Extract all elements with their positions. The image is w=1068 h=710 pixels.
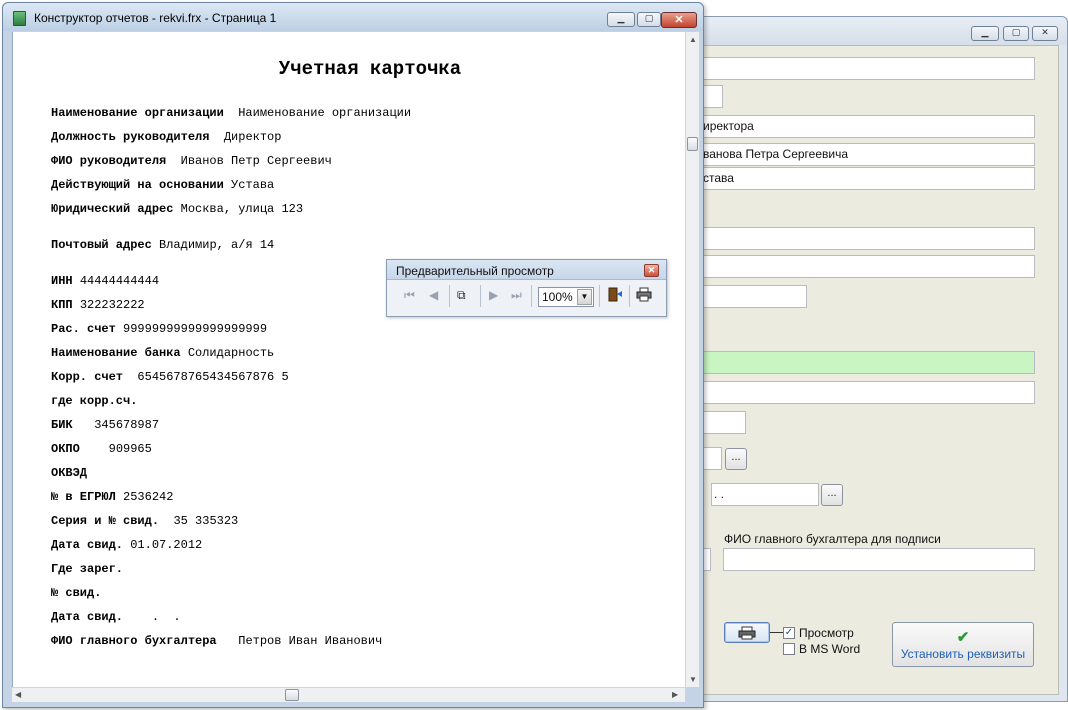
scroll-up-icon[interactable]: ▲ [689,35,697,44]
report-line: Серия и № свид. 35 335323 [51,514,239,528]
next-page-icon[interactable]: ▶ [489,288,498,302]
close-icon[interactable]: ✕ [644,264,659,277]
report-line: КПП 322232222 [51,298,145,312]
bank-field[interactable] [700,381,1035,404]
window-title: Конструктор отчетов - rekvi.frx - Страни… [34,11,277,25]
director-position-field[interactable]: иректора [700,115,1035,138]
report-line: Корр. счет 6545678765434567876 5 [51,370,289,384]
report-line: Наименование организации Наименование ор… [51,106,412,120]
maximize-button[interactable]: ▢ [1003,26,1029,41]
report-line: ИНН 44444444444 [51,274,160,288]
report-line: Должность руководителя Директор [51,130,282,144]
prev-page-icon[interactable]: ◀ [429,288,438,302]
report-line: ОКПО 909965 [51,442,152,456]
print-button[interactable] [724,622,770,643]
chief-accountant-field[interactable] [723,548,1035,571]
scroll-down-icon[interactable]: ▼ [689,675,697,684]
bik-field[interactable] [700,411,746,434]
horizontal-scrollbar[interactable]: ◀ ▶ [12,687,685,702]
preview-toolbar-titlebar[interactable]: Предварительный просмотр ✕ [387,260,666,280]
basis-field[interactable]: става [700,167,1035,190]
chief-accountant-label: ФИО главного бухгалтера для подписи [724,532,941,546]
inn-field[interactable] [700,285,807,308]
set-requisites-button[interactable]: ✔ Установить реквизиты [892,622,1034,667]
zoom-value: 100% [542,290,573,304]
preview-toolbar: Предварительный просмотр ✕ ⏮ ◀ ⧉ ▶ ⏭ 100… [386,259,667,317]
report-line: Наименование банка Солидарность [51,346,275,360]
report-line: Рас. счет 99999999999999999999 [51,322,268,336]
report-line: Где зарег. [51,562,124,576]
check-icon: ✔ [956,629,970,646]
report-designer-titlebar: Конструктор отчетов - rekvi.frx - Страни… [3,3,703,31]
scroll-right-icon[interactable]: ▶ [672,690,678,699]
last-page-icon[interactable]: ⏭ [511,288,522,303]
scroll-left-icon[interactable]: ◀ [15,690,21,699]
exit-icon[interactable] [606,286,623,306]
legal-address-field[interactable] [700,227,1035,250]
report-line: Дата свид. 01.07.2012 [51,538,203,552]
report-line: где корр.сч. [51,394,138,408]
report-line: Почтовый адрес Владимир, а/я 14 [51,238,275,252]
ms-word-checkbox[interactable] [783,643,795,655]
report-line: БИК 345678987 [51,418,160,432]
toolbar-separator [599,285,600,307]
minimize-button[interactable]: ▁ [971,26,999,41]
toolbar-separator [449,285,450,307]
copy-pages-icon[interactable]: ⧉ [457,288,466,303]
close-button[interactable]: ✕ [661,12,697,28]
date-field-2[interactable]: . . [711,483,819,506]
zoom-select[interactable]: 100% ▼ [538,287,594,307]
print-icon[interactable] [635,286,653,306]
report-line: Дата свид. . . [51,610,181,624]
report-line: ФИО главного бухгалтера Петров Иван Иван… [51,634,383,648]
maximize-button[interactable]: ▢ [637,12,661,27]
connector-line [770,632,783,633]
close-button[interactable]: ✕ [1032,26,1058,41]
chevron-down-icon[interactable]: ▼ [577,289,592,305]
vertical-scroll-thumb[interactable] [687,137,698,151]
set-requisites-label: Установить реквизиты [900,647,1026,661]
director-name-field[interactable]: ванова Петра Сергеевича [700,143,1035,166]
toolbar-separator [531,285,532,307]
horizontal-scroll-thumb[interactable] [285,689,299,701]
report-line: Юридический адрес Москва, улица 123 [51,202,304,216]
vertical-scrollbar[interactable]: ▲ ▼ [685,32,699,687]
org-name-field[interactable] [700,57,1035,80]
postal-address-field[interactable] [700,255,1035,278]
ms-word-checkbox-label: В MS Word [799,642,861,656]
app-icon [13,11,26,26]
preview-toolbar-title: Предварительный просмотр [396,264,554,278]
date-picker-button-1[interactable]: ... [725,448,747,470]
toolbar-separator [480,285,481,307]
minimize-button[interactable]: ▁ [607,12,635,27]
report-line: № в ЕГРЮЛ 2536242 [51,490,174,504]
preview-checkbox-label: Просмотр [799,626,854,640]
toolbar-separator [629,285,630,307]
report-line: Действующий на основании Устава [51,178,275,192]
printer-icon [738,626,756,640]
account-field[interactable] [700,351,1035,374]
report-line: ФИО руководителя Иванов Петр Сергеевич [51,154,332,168]
report-line: № свид. [51,586,102,600]
first-page-icon[interactable]: ⏮ [404,288,415,303]
report-title: Учетная карточка [278,58,462,80]
report-line: ОКВЭД [51,466,88,480]
preview-checkbox[interactable]: ✓ [783,627,795,639]
date-picker-button-2[interactable]: ... [821,484,843,506]
